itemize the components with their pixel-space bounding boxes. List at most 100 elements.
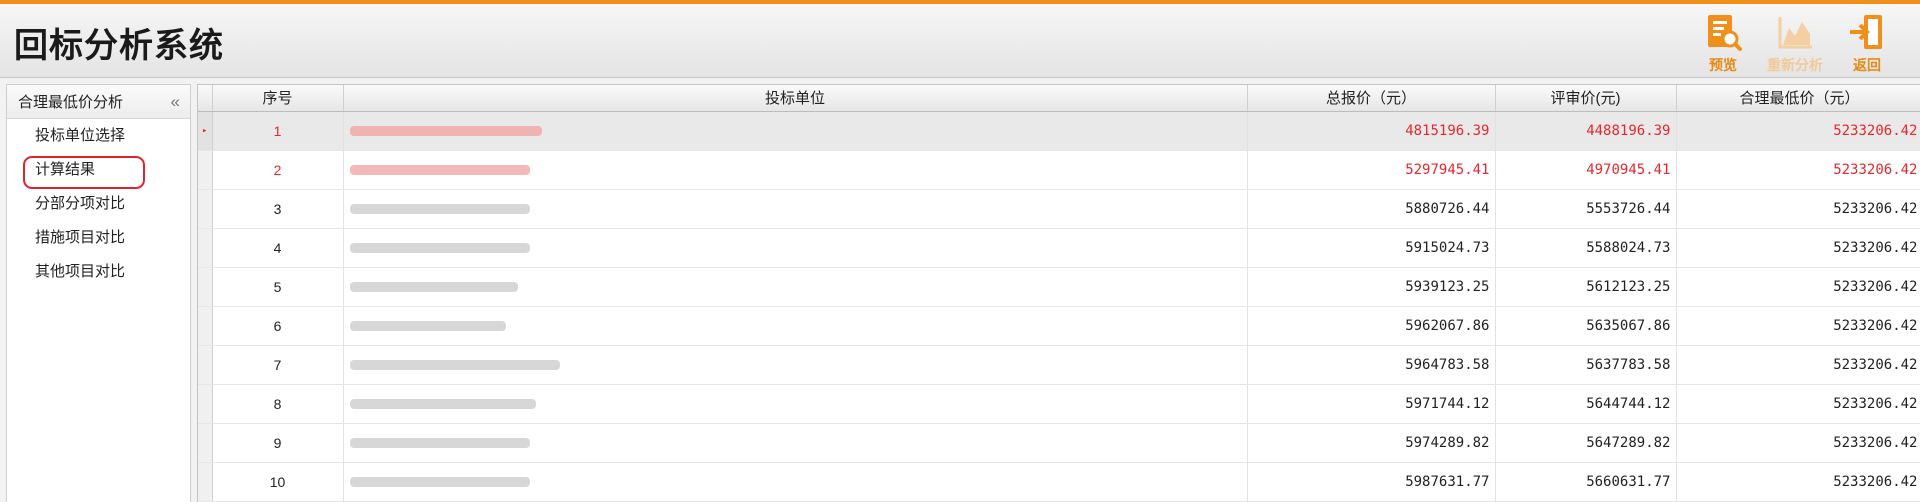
sidebar-item-calc-result[interactable]: 计算结果 (7, 153, 190, 189)
seq-cell: 3 (212, 189, 344, 229)
bidder-cell (343, 423, 1248, 463)
seq-cell: 4 (212, 228, 344, 268)
total-price-cell: 5964783.58 (1247, 345, 1496, 385)
seq-cell: 7 (212, 345, 344, 385)
redacted-bidder-name (349, 437, 530, 448)
table-body: ▸ 1 4815196.39 4488196.39 5233206.42 2 5297945… (198, 111, 1920, 502)
seq-cell: 5 (212, 267, 344, 307)
table-row[interactable]: 2 5297945.41 4970945.41 5233206.42 (198, 150, 1920, 190)
result-table: 序号 投标单位 总报价（元） 评审价(元) 合理最低价（元） ▸ 1 4815196… (198, 85, 1920, 502)
exit-icon (1850, 15, 1882, 49)
total-price-cell: 5939123.25 (1247, 267, 1496, 307)
review-price-cell: 5553726.44 (1495, 189, 1677, 229)
col-header-review-price[interactable]: 评审价(元) (1495, 85, 1677, 112)
row-indicator-cell (198, 150, 213, 190)
back-button[interactable]: 返回 (1838, 12, 1896, 76)
preview-label: 预览 (1709, 58, 1737, 74)
table-row[interactable]: 5 5939123.25 5612123.25 5233206.42 (198, 267, 1920, 307)
bidder-cell (343, 150, 1248, 190)
col-header-bidder[interactable]: 投标单位 (343, 85, 1248, 112)
bidder-cell (343, 306, 1248, 346)
col-header-indicator (198, 85, 213, 112)
review-price-cell: 5644744.12 (1495, 384, 1677, 424)
bidder-cell (343, 345, 1248, 385)
seq-cell: 9 (212, 423, 344, 463)
review-price-cell: 4970945.41 (1495, 150, 1677, 190)
total-price-cell: 5297945.41 (1247, 150, 1496, 190)
row-indicator-cell (198, 306, 213, 346)
redacted-bidder-name (349, 164, 530, 175)
redacted-bidder-name (349, 398, 536, 409)
bidder-cell (343, 384, 1248, 424)
seq-cell: 8 (212, 384, 344, 424)
review-price-cell: 5647289.82 (1495, 423, 1677, 463)
reanalyze-button[interactable]: 重新分析 (1766, 12, 1824, 76)
review-price-cell: 5635067.86 (1495, 306, 1677, 346)
sidebar-item-measure-compare[interactable]: 措施项目对比 (7, 221, 190, 255)
back-label: 返回 (1853, 58, 1881, 74)
review-price-cell: 5612123.25 (1495, 267, 1677, 307)
sidebar: 合理最低价分析 « 投标单位选择 计算结果 分部分项对比 措施项目对比 其他项目… (6, 84, 191, 502)
table-row[interactable]: 7 5964783.58 5637783.58 5233206.42 (198, 345, 1920, 385)
sidebar-title: 合理最低价分析 (18, 94, 124, 111)
lowest-price-cell: 5233206.42 (1676, 462, 1920, 502)
result-grid: 序号 投标单位 总报价（元） 评审价(元) 合理最低价（元） ▸ 1 4815196… (197, 84, 1920, 502)
total-price-cell: 5962067.86 (1247, 306, 1496, 346)
lowest-price-cell: 5233206.42 (1676, 189, 1920, 229)
redacted-bidder-name (349, 281, 518, 292)
lowest-price-cell: 5233206.42 (1676, 384, 1920, 424)
preview-icon (1708, 15, 1742, 51)
redacted-bidder-name (349, 203, 530, 214)
row-indicator-cell (198, 228, 213, 268)
redacted-bidder-name (349, 476, 530, 487)
redacted-bidder-name (349, 125, 542, 136)
reanalyze-label: 重新分析 (1767, 58, 1823, 74)
total-price-cell: 5974289.82 (1247, 423, 1496, 463)
row-indicator-cell: ▸ (198, 111, 213, 151)
total-price-cell: 5880726.44 (1247, 189, 1496, 229)
row-indicator-cell (198, 384, 213, 424)
app-title: 回标分析系统 (14, 26, 224, 66)
table-row[interactable]: 6 5962067.86 5635067.86 5233206.42 (198, 306, 1920, 346)
redacted-bidder-name (349, 242, 530, 253)
row-indicator-cell (198, 345, 213, 385)
preview-button[interactable]: 预览 (1694, 12, 1752, 76)
sidebar-item-section-compare[interactable]: 分部分项对比 (7, 187, 190, 221)
col-header-total-price[interactable]: 总报价（元） (1247, 85, 1496, 112)
review-price-cell: 5660631.77 (1495, 462, 1677, 502)
lowest-price-cell: 5233206.42 (1676, 267, 1920, 307)
bidder-cell (343, 462, 1248, 502)
seq-cell: 10 (212, 462, 344, 502)
review-price-cell: 5588024.73 (1495, 228, 1677, 268)
row-indicator-cell (198, 423, 213, 463)
bidder-cell (343, 111, 1248, 151)
bidder-cell (343, 267, 1248, 307)
row-indicator-cell (198, 462, 213, 502)
total-price-cell: 5987631.77 (1247, 462, 1496, 502)
sidebar-header: 合理最低价分析 « (7, 85, 190, 119)
table-row[interactable]: 10 5987631.77 5660631.77 5233206.42 (198, 462, 1920, 502)
lowest-price-cell: 5233206.42 (1676, 423, 1920, 463)
table-row[interactable]: ▸ 1 4815196.39 4488196.39 5233206.42 (198, 111, 1920, 151)
toolbar: 预览 重新分析 返回 (1694, 12, 1896, 78)
col-header-seq[interactable]: 序号 (212, 85, 344, 112)
row-indicator-cell (198, 267, 213, 307)
lowest-price-cell: 5233206.42 (1676, 306, 1920, 346)
table-row[interactable]: 3 5880726.44 5553726.44 5233206.42 (198, 189, 1920, 229)
redacted-bidder-name (349, 359, 560, 370)
table-header-row: 序号 投标单位 总报价（元） 评审价(元) 合理最低价（元） (198, 85, 1920, 112)
table-row[interactable]: 9 5974289.82 5647289.82 5233206.42 (198, 423, 1920, 463)
col-header-lowest-price[interactable]: 合理最低价（元） (1676, 85, 1920, 112)
chart-icon (1778, 17, 1812, 49)
seq-cell: 2 (212, 150, 344, 190)
total-price-cell: 5971744.12 (1247, 384, 1496, 424)
sidebar-item-bidder-select[interactable]: 投标单位选择 (7, 119, 190, 153)
redacted-bidder-name (349, 320, 506, 331)
collapse-icon[interactable]: « (171, 92, 180, 112)
lowest-price-cell: 5233206.42 (1676, 345, 1920, 385)
bidder-cell (343, 189, 1248, 229)
sidebar-item-other-compare[interactable]: 其他项目对比 (7, 255, 190, 289)
total-price-cell: 5915024.73 (1247, 228, 1496, 268)
table-row[interactable]: 4 5915024.73 5588024.73 5233206.42 (198, 228, 1920, 268)
table-row[interactable]: 8 5971744.12 5644744.12 5233206.42 (198, 384, 1920, 424)
